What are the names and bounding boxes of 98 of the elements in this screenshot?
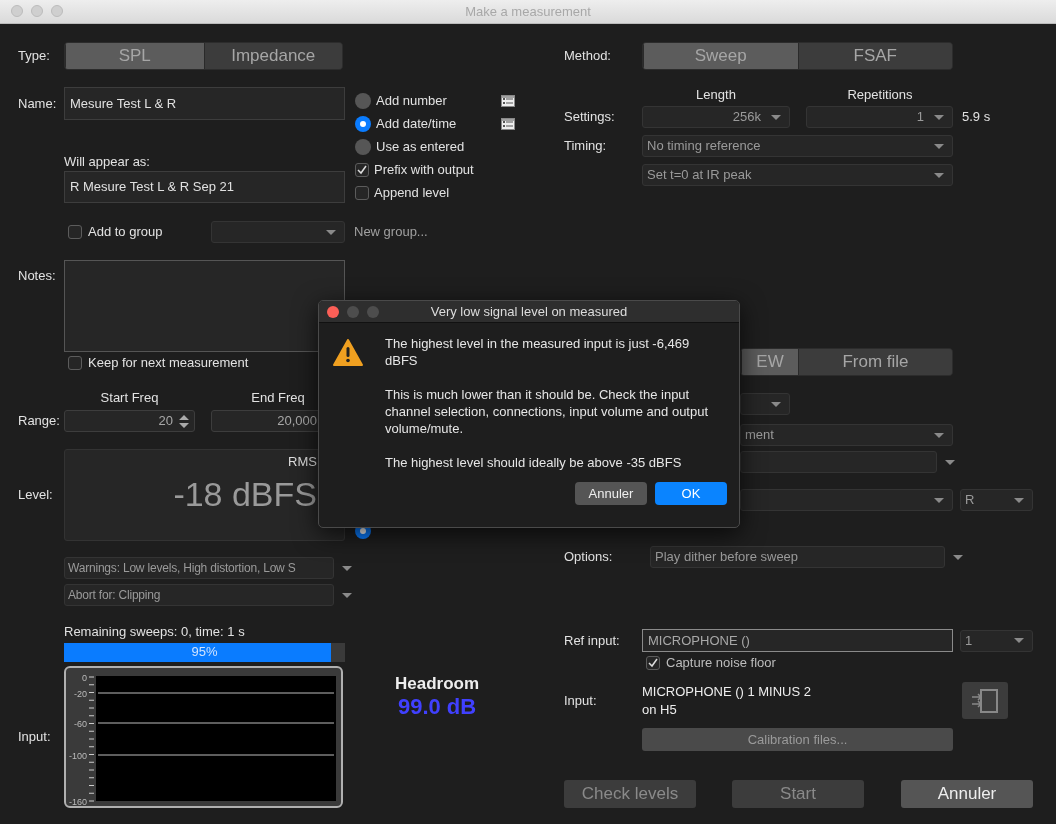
caret-icon[interactable] xyxy=(1014,497,1024,503)
scale-label: -20 xyxy=(74,688,87,699)
caret-icon[interactable] xyxy=(342,592,352,598)
dialog-button[interactable]: OK xyxy=(655,482,727,505)
column-header: Start Freq xyxy=(99,390,160,406)
checkbox-label: Prefix with output xyxy=(374,161,474,178)
ir-dropdown[interactable]: Set t=0 at IR peak xyxy=(642,164,953,186)
timing-dropdown[interactable]: No timing reference xyxy=(642,135,953,157)
headroom-label: Headroom xyxy=(395,674,480,695)
field-label: Settings: xyxy=(564,109,616,125)
column-header: End Freq xyxy=(250,390,306,406)
option-radio[interactable] xyxy=(355,115,371,132)
progress-label: 95% xyxy=(190,644,219,660)
field-label: Range: xyxy=(18,413,61,429)
input-device-text: MICROPHONE () 1 MINUS 2 on H5 xyxy=(642,682,812,719)
caret-icon[interactable] xyxy=(934,432,944,438)
warning-icon xyxy=(333,339,363,366)
notes-field[interactable] xyxy=(64,260,345,352)
segment-tab[interactable]: Sweep xyxy=(643,43,798,69)
caret-icon[interactable] xyxy=(342,565,352,571)
checkbox-label: Keep for next measurement xyxy=(88,355,249,371)
capture-checkbox[interactable] xyxy=(646,656,660,670)
length-dropdown[interactable]: 256k xyxy=(642,106,790,128)
field-label: Options: xyxy=(564,549,614,565)
dialog-message: The highest level should ideally be above -35 dBFS xyxy=(385,454,682,471)
radio-label: Add number xyxy=(376,92,447,109)
dialog-button[interactable]: Annuler xyxy=(575,482,647,505)
field-value: 20 xyxy=(158,413,173,429)
caret-icon[interactable] xyxy=(934,172,944,178)
input-icon xyxy=(971,687,999,714)
field-label: Will appear as: xyxy=(64,154,151,170)
checkbox-label: Capture noise floor xyxy=(666,655,776,671)
new-group-link[interactable]: New group... xyxy=(354,224,428,240)
scale-label: 0 xyxy=(82,672,87,683)
abort-dropdown[interactable]: Abort for: Clipping xyxy=(64,584,334,606)
field-label: Method: xyxy=(564,48,612,64)
scale-label: -160 xyxy=(69,796,87,807)
segment-tab[interactable]: From file xyxy=(798,349,952,375)
group-checkbox[interactable] xyxy=(68,225,82,239)
channel-dropdown[interactable]: 1 xyxy=(960,629,1033,652)
checkbox-label: Add to group xyxy=(88,224,163,240)
keep-checkbox[interactable] xyxy=(68,356,82,370)
caret-icon[interactable] xyxy=(771,114,781,120)
column-header: Repetitions xyxy=(846,87,914,103)
field-label: Input: xyxy=(18,729,52,745)
caret-icon[interactable] xyxy=(953,554,963,560)
spinner-icon[interactable] xyxy=(179,414,189,428)
status-text: Remaining sweeps: 0, time: 1 s xyxy=(64,624,246,640)
caret-icon[interactable] xyxy=(934,143,944,149)
input-select-button[interactable] xyxy=(962,682,1008,719)
option-radio[interactable] xyxy=(355,92,371,109)
start-freq-field[interactable]: 20 xyxy=(64,410,195,432)
options-dropdown[interactable]: Play dither before sweep xyxy=(650,546,945,568)
caret-icon[interactable] xyxy=(771,401,781,407)
radio-label: Use as entered xyxy=(376,138,465,155)
repetitions-dropdown[interactable]: 1 xyxy=(806,106,953,128)
field-label: Ref input: xyxy=(564,632,621,649)
action-button[interactable]: Annuler xyxy=(901,780,1033,808)
dialog-message: The highest level in the measured input is just -6,469 dBFS xyxy=(385,335,691,369)
caret-icon[interactable] xyxy=(934,114,944,120)
name-field[interactable]: Mesure Test L & R xyxy=(64,87,345,120)
headroom-value: 99.0 dB xyxy=(397,694,477,721)
dialog-title: Very low signal level on measured xyxy=(430,303,628,320)
calibration-button[interactable]: Calibration files... xyxy=(642,728,953,751)
caret-icon[interactable] xyxy=(326,229,336,235)
segment-tab[interactable]: Impedance xyxy=(203,43,342,69)
caret-icon[interactable] xyxy=(934,497,944,503)
list-icon[interactable] xyxy=(501,94,515,107)
close-button[interactable] xyxy=(327,306,339,318)
window-title: Make a measurement xyxy=(465,3,591,20)
ref-input-field[interactable]: MICROPHONE () xyxy=(642,629,953,652)
field-label: Timing: xyxy=(564,138,608,154)
segment-tab[interactable]: FSAF xyxy=(797,43,952,69)
list-icon[interactable] xyxy=(501,117,515,130)
option-checkbox[interactable] xyxy=(355,162,369,177)
preview-field[interactable]: R Mesure Test L & R Sep 21 xyxy=(64,170,345,203)
field-label: Name: xyxy=(18,95,58,112)
level-reading: -18 dBFS xyxy=(173,473,317,515)
warnings-dropdown[interactable]: Warnings: Low levels, High distortion, Low S xyxy=(64,557,334,579)
field-label: Input: xyxy=(564,692,598,709)
field-label: Type: xyxy=(18,48,51,64)
scale-label: -100 xyxy=(69,750,87,761)
channel-dropdown[interactable]: R xyxy=(960,489,1033,511)
scale-label: -60 xyxy=(74,718,87,729)
checkbox-label: Append level xyxy=(374,184,450,201)
caret-icon[interactable] xyxy=(1014,638,1024,643)
dialog-message: This is much lower than it should be. Check the input channel selection, connections, input volume and output volume/mute. xyxy=(385,386,710,437)
option-checkbox[interactable] xyxy=(355,185,369,200)
radio-label: Add date/time xyxy=(376,115,457,132)
option-radio[interactable] xyxy=(355,138,371,155)
column-header: Length xyxy=(695,87,737,103)
level-mode: RMS xyxy=(288,454,317,470)
mode-dropdown[interactable]: ment xyxy=(740,424,953,446)
caret-icon[interactable] xyxy=(945,459,955,465)
dropdown[interactable] xyxy=(740,393,790,415)
field-label: Notes: xyxy=(18,267,57,284)
field-label: Level: xyxy=(18,487,54,503)
duration-text: 5.9 s xyxy=(962,109,991,125)
